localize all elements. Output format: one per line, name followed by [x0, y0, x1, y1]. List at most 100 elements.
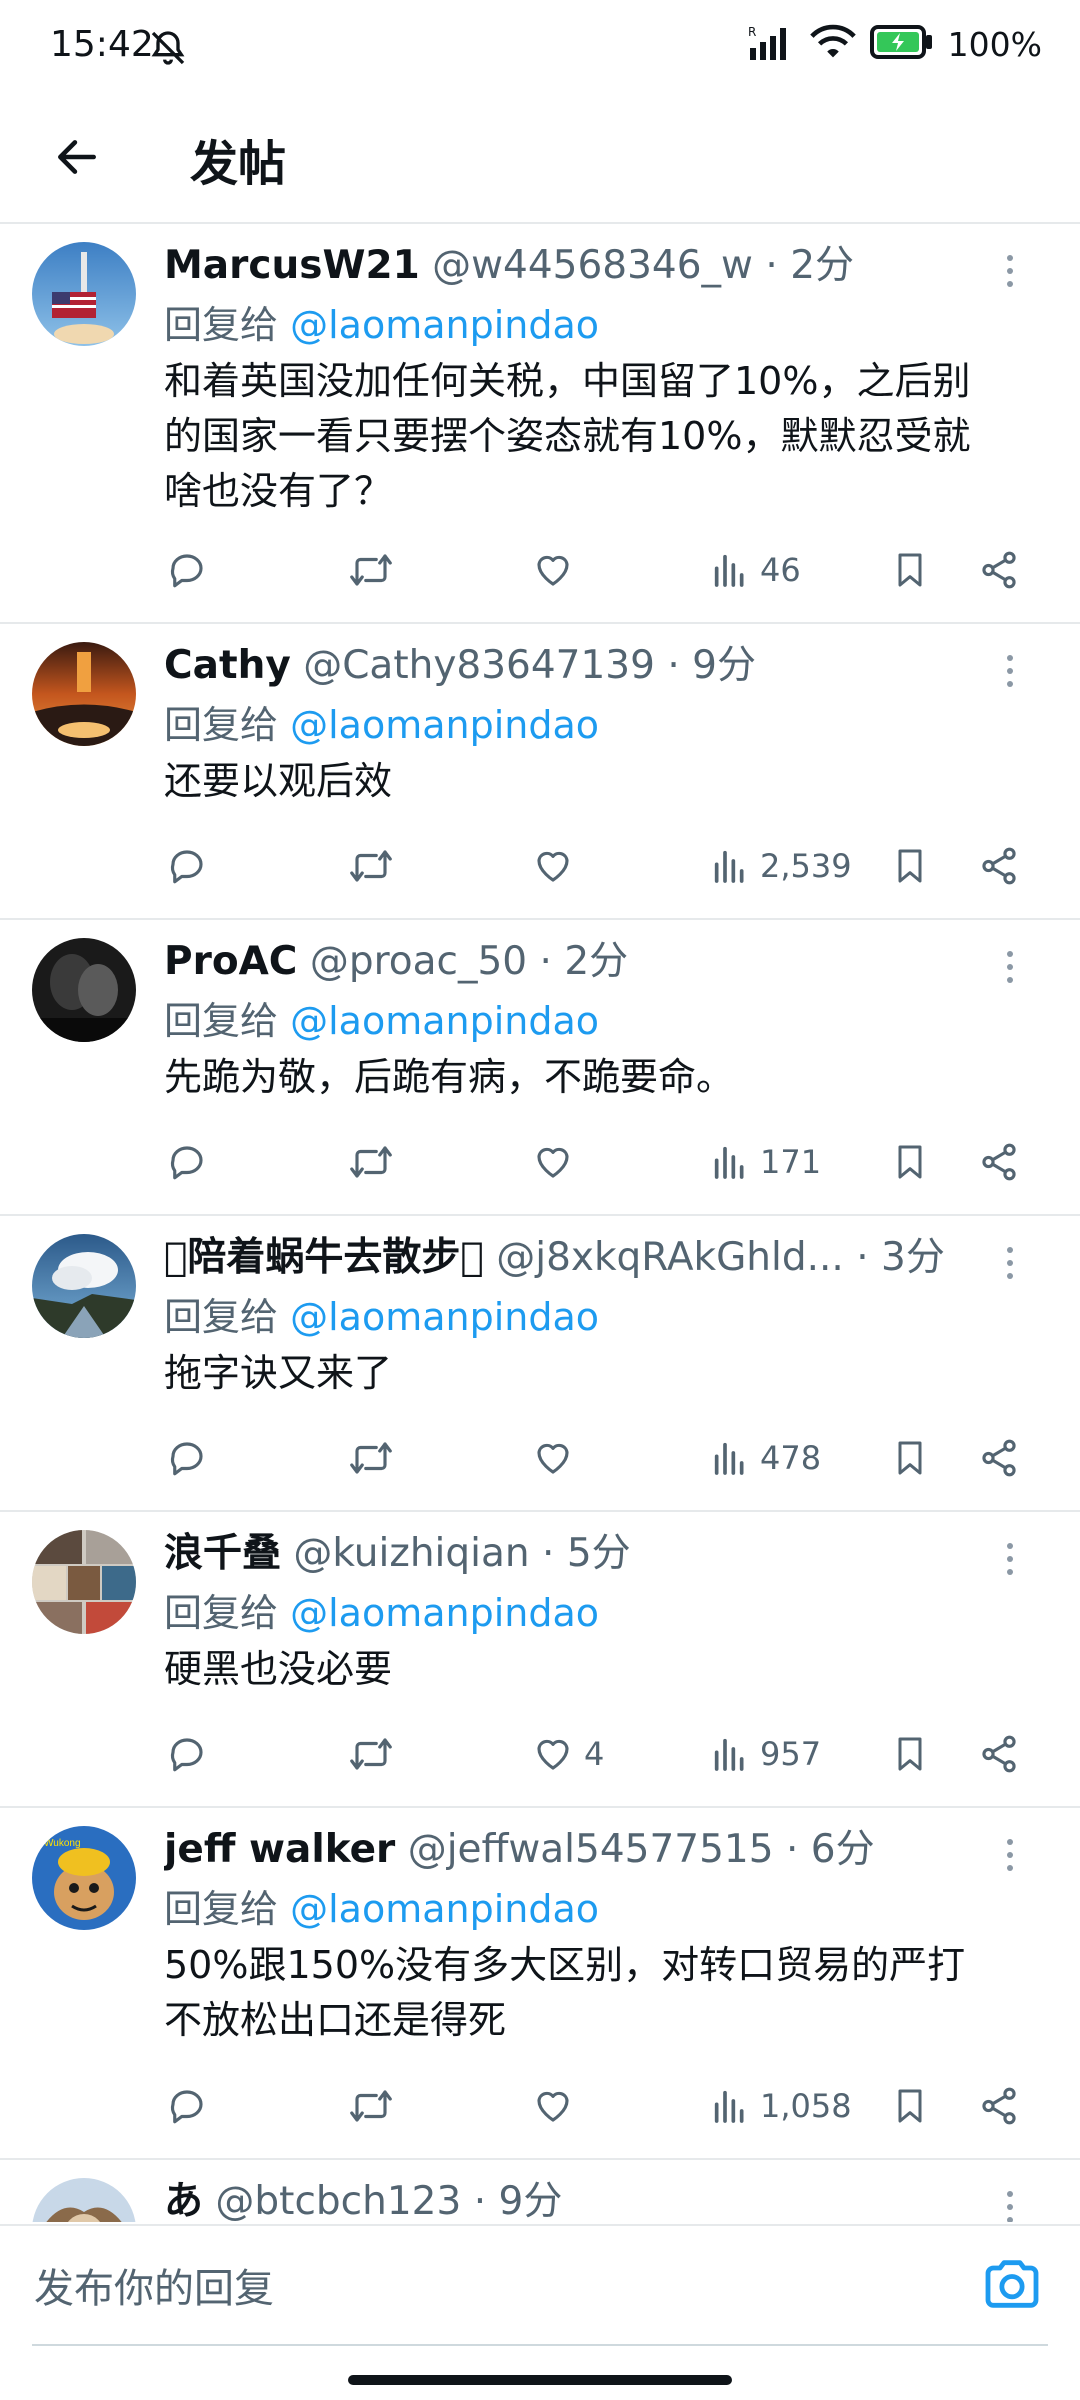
avatar[interactable]: [32, 242, 136, 346]
avatar[interactable]: [32, 1234, 136, 1338]
camera-button[interactable]: [980, 2252, 1044, 2316]
reply-button[interactable]: [166, 540, 208, 600]
input-underline: [32, 2344, 1048, 2346]
avatar[interactable]: [32, 1530, 136, 1634]
reply-list[interactable]: MarcusW21 @w44568346_w · 2分 回复给 @laomanp…: [0, 224, 1080, 2222]
bookmark-button[interactable]: [890, 1724, 930, 1784]
like-button[interactable]: [532, 1132, 584, 1192]
author-name[interactable]: あ: [164, 2179, 203, 2222]
author-name[interactable]: ProAC: [164, 939, 297, 984]
avatar[interactable]: [32, 938, 136, 1042]
comment-icon: [170, 2090, 203, 2124]
reply-button[interactable]: [166, 1724, 208, 1784]
avatar[interactable]: [32, 2178, 136, 2222]
more-options-icon[interactable]: [990, 246, 1030, 296]
author-name[interactable]: 浪千叠: [164, 1531, 281, 1576]
reply-button[interactable]: [166, 2076, 208, 2136]
views-button[interactable]: 478: [710, 1428, 821, 1488]
reply-post[interactable]: Cathy @Cathy83647139 · 9分 回复给 @laomanpin…: [0, 624, 1080, 920]
author-name[interactable]: jeff walker: [164, 1827, 395, 1872]
repost-button[interactable]: [348, 836, 394, 896]
avatar[interactable]: [32, 642, 136, 746]
share-button[interactable]: [978, 540, 1020, 600]
repost-button[interactable]: [348, 1132, 394, 1192]
like-button[interactable]: [532, 836, 584, 896]
separator-dot: ·: [785, 1827, 799, 1872]
reply-button[interactable]: [166, 1428, 208, 1488]
gesture-home-bar[interactable]: [348, 2375, 732, 2385]
post-time: 9分: [498, 2179, 563, 2222]
status-time: 15:42: [50, 24, 154, 65]
views-button[interactable]: 957: [710, 1724, 821, 1784]
author-handle[interactable]: @btcbch123: [215, 2179, 461, 2222]
more-options-icon[interactable]: [990, 2182, 1030, 2222]
reply-to-mention[interactable]: @laomanpindao: [290, 303, 599, 347]
author-handle[interactable]: @Cathy83647139: [303, 643, 655, 688]
repost-icon: [350, 1146, 392, 1178]
share-icon: [982, 847, 1016, 885]
bookmark-button[interactable]: [890, 2076, 930, 2136]
back-button[interactable]: [42, 122, 112, 192]
bookmark-button[interactable]: [890, 836, 930, 896]
reply-input[interactable]: 发布你的回复: [34, 2256, 274, 2314]
views-button[interactable]: 46: [710, 540, 801, 600]
share-button[interactable]: [978, 836, 1020, 896]
author-handle[interactable]: @jeffwal54577515: [408, 1827, 774, 1872]
reply-to-mention[interactable]: @laomanpindao: [290, 703, 599, 747]
reply-post[interactable]: あ @btcbch123 · 9分: [0, 2160, 1080, 2222]
author-handle[interactable]: @j8xkqRAkGhld...: [496, 1235, 844, 1280]
repost-button[interactable]: [348, 1428, 394, 1488]
share-button[interactable]: [978, 2076, 1020, 2136]
more-options-icon[interactable]: [990, 1238, 1030, 1288]
post-text-line: 啥也没有了？: [164, 469, 393, 513]
author-handle[interactable]: @w44568346_w: [432, 243, 753, 288]
share-button[interactable]: [978, 1132, 1020, 1192]
share-button[interactable]: [978, 1428, 1020, 1488]
avatar[interactable]: Wukong: [32, 1826, 136, 1930]
reply-post[interactable]: 浪千叠 @kuizhiqian · 5分 回复给 @laomanpindao 硬…: [0, 1512, 1080, 1808]
post-meta: MarcusW21 @w44568346_w · 2分: [164, 238, 1004, 294]
repost-icon: [350, 1442, 392, 1474]
reply-button[interactable]: [166, 1132, 208, 1192]
views-chart-icon: [714, 1146, 744, 1179]
author-name[interactable]: Cathy: [164, 643, 291, 688]
action-bar: 4 957: [0, 1724, 1080, 1784]
like-button[interactable]: [532, 2076, 584, 2136]
more-options-icon[interactable]: [990, 1534, 1030, 1584]
views-button[interactable]: 171: [710, 1132, 821, 1192]
views-button[interactable]: 1,058: [710, 2076, 852, 2136]
author-handle[interactable]: @kuizhiqian: [293, 1531, 529, 1576]
author-name[interactable]: MarcusW21: [164, 243, 420, 288]
author-handle[interactable]: @proac_50: [310, 939, 527, 984]
camera-icon: [985, 2260, 1039, 2308]
reply-post[interactable]: MarcusW21 @w44568346_w · 2分 回复给 @laomanp…: [0, 224, 1080, 624]
reply-button[interactable]: [166, 836, 208, 896]
bookmark-button[interactable]: [890, 540, 930, 600]
like-button[interactable]: 4: [532, 1724, 604, 1784]
mute-bell-icon: [148, 28, 188, 72]
share-button[interactable]: [978, 1724, 1020, 1784]
more-options-icon[interactable]: [990, 1830, 1030, 1880]
action-bar: 171: [0, 1132, 1080, 1192]
status-bar: 15:42 R 100%: [0, 0, 1080, 100]
reply-to-mention[interactable]: @laomanpindao: [290, 1295, 599, 1339]
reply-to-mention[interactable]: @laomanpindao: [290, 1887, 599, 1931]
like-button[interactable]: [532, 540, 584, 600]
reply-to-mention[interactable]: @laomanpindao: [290, 999, 599, 1043]
post-text: 拖字诀又来了: [164, 1346, 1044, 1401]
reply-post[interactable]: ProAC @proac_50 · 2分 回复给 @laomanpindao 先…: [0, 920, 1080, 1216]
views-button[interactable]: 2,539: [710, 836, 852, 896]
reply-to-mention[interactable]: @laomanpindao: [290, 1591, 599, 1635]
reply-post[interactable]: 陪着蜗牛去散步 @j8xkqRAkGhld... · 3分 回复给 @lao…: [0, 1216, 1080, 1512]
bookmark-button[interactable]: [890, 1132, 930, 1192]
more-options-icon[interactable]: [990, 942, 1030, 992]
repost-button[interactable]: [348, 2076, 394, 2136]
like-button[interactable]: [532, 1428, 584, 1488]
more-options-icon[interactable]: [990, 646, 1030, 696]
heart-icon: [537, 1443, 569, 1474]
repost-button[interactable]: [348, 540, 394, 600]
author-name[interactable]: 陪着蜗牛去散步: [187, 1235, 460, 1280]
bookmark-button[interactable]: [890, 1428, 930, 1488]
reply-post[interactable]: Wukong jeff walker @jeffwal54577515 · 6分…: [0, 1808, 1080, 2160]
repost-button[interactable]: [348, 1724, 394, 1784]
